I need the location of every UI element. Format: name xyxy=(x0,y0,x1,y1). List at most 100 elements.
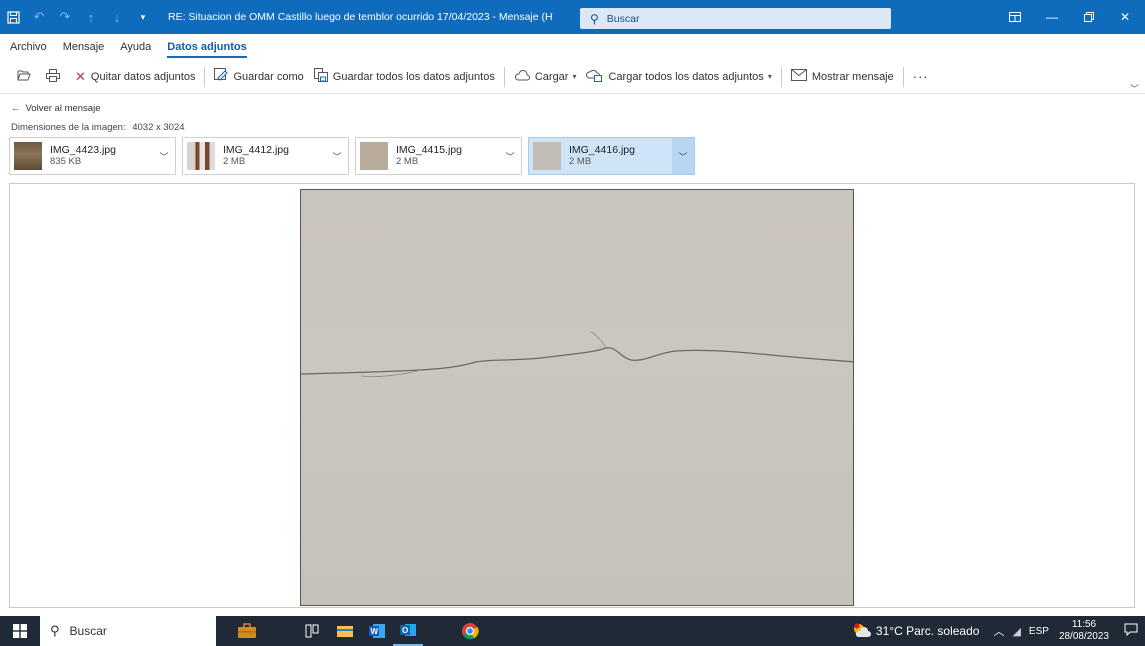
chevron-down-icon[interactable]: ﹀ xyxy=(326,138,348,174)
upload-all-button[interactable]: Cargar todos los datos adjuntos ▾ xyxy=(581,64,776,90)
upload-label: Cargar xyxy=(534,70,569,83)
undo-icon[interactable]: ↶ xyxy=(26,0,52,34)
folder-open-icon xyxy=(17,69,31,84)
taskbar-clock[interactable]: 11:56 28/08/2023 xyxy=(1059,619,1109,643)
network-icon[interactable]: ◢ xyxy=(1012,625,1020,638)
attachment-name: IMG_4412.jpg xyxy=(223,144,289,156)
more-options-icon: ··· xyxy=(912,69,929,84)
upload-button[interactable]: Cargar ▾ xyxy=(509,64,582,90)
chevron-down-icon[interactable]: ﹀ xyxy=(672,138,694,174)
ribbon-separator xyxy=(204,66,206,87)
attachment-item-selected[interactable]: IMG_4416.jpg 2 MB ﹀ xyxy=(528,137,695,175)
task-view-icon[interactable] xyxy=(297,616,327,646)
image-dimensions: Dimensiones de la imagen: 4032 x 3024 xyxy=(11,122,185,133)
print-button[interactable] xyxy=(41,64,70,90)
redo-icon[interactable]: ↷ xyxy=(52,0,78,34)
weather-icon xyxy=(852,622,872,641)
taskbar-search-placeholder: Buscar xyxy=(69,624,107,638)
attachment-thumbnail xyxy=(533,142,561,170)
title-search-box[interactable]: ⚲ Buscar xyxy=(580,8,891,29)
chevron-down-icon[interactable]: ﹀ xyxy=(499,138,521,174)
outlook-icon[interactable]: O xyxy=(393,616,423,646)
save-as-icon xyxy=(214,68,229,85)
ribbon-separator xyxy=(503,66,505,87)
more-options-button[interactable]: ··· xyxy=(908,64,934,90)
menu-ayuda[interactable]: Ayuda xyxy=(120,34,151,60)
upload-all-label: Cargar todos los datos adjuntos xyxy=(608,70,764,83)
attachment-name: IMG_4416.jpg xyxy=(569,144,635,156)
attachment-list: IMG_4423.jpg 835 KB ﹀ IMG_4412.jpg 2 MB … xyxy=(9,137,695,175)
image-dimensions-label: Dimensiones de la imagen: xyxy=(11,122,126,133)
save-all-label: Guardar todos los datos adjuntos xyxy=(332,70,495,83)
save-all-attachments-button[interactable]: Guardar todos los datos adjuntos xyxy=(309,64,500,90)
ribbon-separator xyxy=(780,66,782,87)
save-icon[interactable] xyxy=(0,0,26,34)
chevron-down-icon: ▾ xyxy=(767,72,772,81)
expand-ribbon-icon[interactable]: ﹀ xyxy=(1130,82,1139,95)
chrome-icon[interactable] xyxy=(455,616,485,646)
attachment-item[interactable]: IMG_4415.jpg 2 MB ﹀ xyxy=(355,137,522,175)
image-preview-pane xyxy=(9,183,1135,608)
show-hidden-icons-icon[interactable]: ︿ xyxy=(993,623,1004,639)
search-icon: ⚲ xyxy=(590,11,599,26)
chevron-down-icon: ▾ xyxy=(572,72,577,81)
menu-archivo[interactable]: Archivo xyxy=(10,34,47,60)
remove-x-icon: ✕ xyxy=(75,68,86,84)
attachment-thumbnail xyxy=(14,142,42,170)
back-to-message-label: Volver al mensaje xyxy=(25,103,101,114)
cloud-icon xyxy=(514,69,530,84)
svg-text:O: O xyxy=(402,626,408,635)
search-icon: ⚲ xyxy=(50,623,60,638)
previous-item-icon[interactable]: ↑ xyxy=(78,0,104,34)
save-as-label: Guardar como xyxy=(233,70,304,83)
title-bar: ↶ ↷ ↑ ↓ ▾ RE: Situacion de OMM Castillo … xyxy=(0,0,1145,34)
attachment-image-preview xyxy=(300,189,854,606)
taskbar-search-box[interactable]: ⚲ Buscar xyxy=(40,616,216,646)
title-search-placeholder: Buscar xyxy=(606,12,640,25)
wall-crack-drawing xyxy=(301,331,853,378)
ribbon-display-options-icon[interactable] xyxy=(998,0,1032,34)
minimize-icon[interactable]: — xyxy=(1035,0,1069,34)
system-tray: 31°C Parc. soleado ︿ ◢ ESP 11:56 28/08/2… xyxy=(852,616,1145,646)
show-message-button[interactable]: Mostrar mensaje xyxy=(786,64,899,90)
envelope-icon xyxy=(790,69,807,84)
close-icon[interactable]: ✕ xyxy=(1108,0,1142,34)
attachment-item[interactable]: IMG_4423.jpg 835 KB ﹀ xyxy=(9,137,176,175)
attachment-thumbnail xyxy=(187,142,215,170)
clock-time: 11:56 xyxy=(1071,619,1097,630)
restore-icon[interactable] xyxy=(1072,0,1106,34)
chevron-down-icon[interactable]: ﹀ xyxy=(153,138,175,174)
attachment-size: 2 MB xyxy=(223,156,246,167)
back-to-message-link[interactable]: ← Volver al mensaje xyxy=(11,103,100,114)
attachment-size: 2 MB xyxy=(569,156,592,167)
menu-bar: Archivo Mensaje Ayuda Datos adjuntos xyxy=(0,34,1145,60)
open-button[interactable] xyxy=(12,64,41,90)
attachment-name: IMG_4415.jpg xyxy=(396,144,462,156)
svg-text:W: W xyxy=(371,627,379,636)
attachment-item[interactable]: IMG_4412.jpg 2 MB ﹀ xyxy=(182,137,349,175)
save-as-button[interactable]: Guardar como xyxy=(209,64,308,90)
image-dimensions-value: 4032 x 3024 xyxy=(132,122,185,133)
menu-mensaje[interactable]: Mensaje xyxy=(63,34,105,60)
attachment-thumbnail xyxy=(360,142,388,170)
weather-text[interactable]: 31°C Parc. soleado xyxy=(876,624,980,638)
input-language[interactable]: ESP xyxy=(1029,626,1049,637)
customize-toolbar-icon[interactable]: ▾ xyxy=(130,0,156,34)
remove-attachments-button[interactable]: ✕ Quitar datos adjuntos xyxy=(70,64,200,90)
menu-datos-adjuntos[interactable]: Datos adjuntos xyxy=(167,34,248,60)
windows-taskbar: ⚲ Buscar W O 31°C Parc. soleado ︿ ◢ ESP … xyxy=(0,616,1145,646)
ribbon-separator xyxy=(902,66,904,87)
notifications-icon[interactable] xyxy=(1117,623,1145,639)
ribbon-toolbar: ✕ Quitar datos adjuntos Guardar como Gua… xyxy=(0,60,1145,94)
attachment-size: 835 KB xyxy=(50,156,82,167)
briefcase-app-icon[interactable] xyxy=(232,616,262,646)
word-icon[interactable]: W xyxy=(362,616,392,646)
next-item-icon[interactable]: ↓ xyxy=(104,0,130,34)
attachment-size: 2 MB xyxy=(396,156,419,167)
arrow-left-icon: ← xyxy=(11,103,21,114)
save-all-icon xyxy=(313,68,328,85)
windows-start-icon[interactable] xyxy=(0,616,40,646)
window-title: RE: Situacion de OMM Castillo luego de t… xyxy=(168,11,553,23)
cloud-upload-all-icon xyxy=(586,69,603,85)
file-explorer-icon[interactable] xyxy=(330,616,360,646)
